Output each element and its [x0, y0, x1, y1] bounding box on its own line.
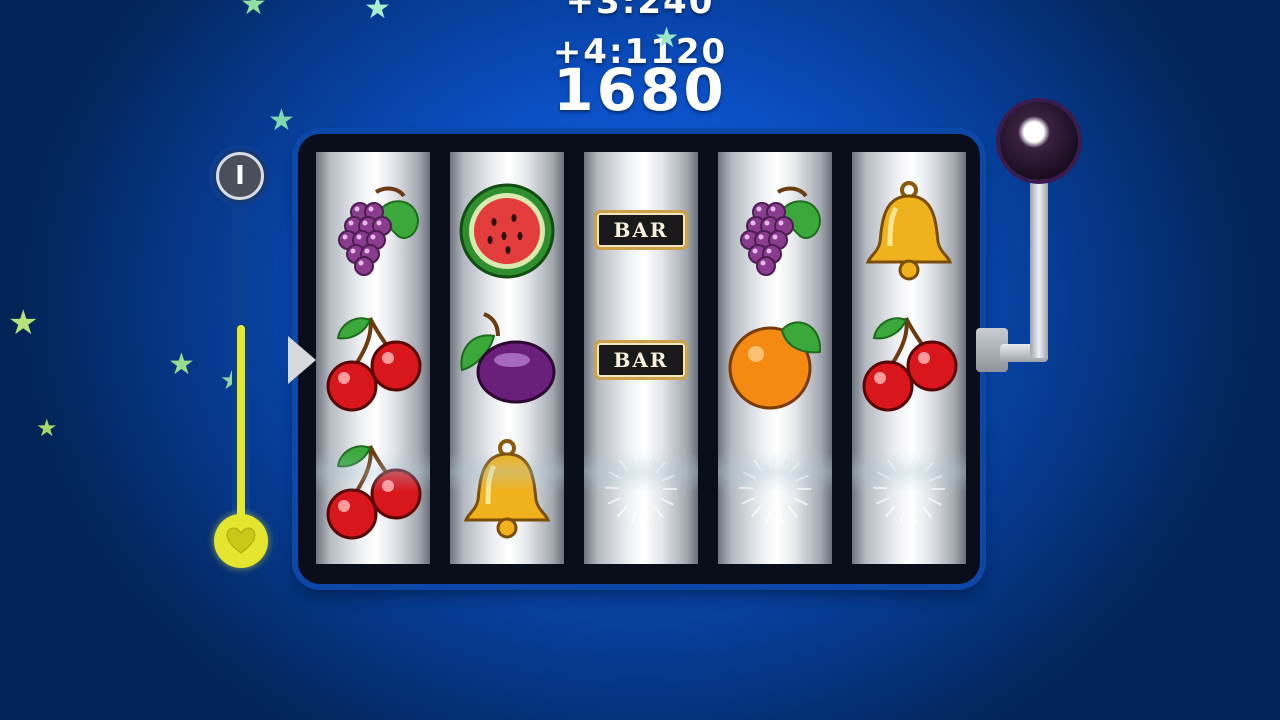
reel-1: [316, 152, 430, 564]
grapes-icon: [320, 178, 426, 284]
orange-icon: [722, 308, 828, 414]
heart-icon: [226, 527, 256, 554]
cherries-icon: [320, 436, 426, 542]
reel-3: BAR BAR: [584, 152, 698, 564]
star-icon: ★: [168, 347, 195, 382]
reel-5: [852, 152, 966, 564]
bonus-score-line-1: +3:240: [565, 0, 715, 22]
cherries-icon: [320, 308, 426, 414]
blur-icon: [588, 436, 694, 542]
blur-icon: [722, 436, 828, 542]
watermelon-icon: [454, 178, 560, 284]
total-score: 1680: [553, 56, 727, 124]
cherries-icon: [856, 308, 962, 414]
star-icon: ★: [364, 0, 391, 26]
reel-4: [718, 152, 832, 564]
bet-meter-top-button[interactable]: I: [216, 152, 264, 200]
star-icon: ★: [654, 21, 680, 54]
bar-symbol: BAR: [594, 340, 688, 380]
plum-icon: [454, 308, 560, 414]
bet-meter-fill: [237, 325, 245, 530]
lever-shaft[interactable]: [1030, 168, 1048, 358]
star-icon: ★: [268, 103, 295, 138]
bar-symbol: BAR: [594, 210, 688, 250]
grapes-icon: [722, 178, 828, 284]
star-icon: ★: [240, 0, 267, 22]
bell-icon: [856, 178, 962, 284]
payline-pointer-icon: [288, 336, 316, 384]
lever-knob-button[interactable]: [1000, 102, 1078, 180]
star-icon: ★: [36, 414, 58, 442]
bell-icon: [454, 436, 560, 542]
blur-icon: [856, 436, 962, 542]
star-icon: ★: [8, 303, 39, 343]
reel-2: [450, 152, 564, 564]
bet-meter-heart-button[interactable]: [214, 514, 268, 568]
